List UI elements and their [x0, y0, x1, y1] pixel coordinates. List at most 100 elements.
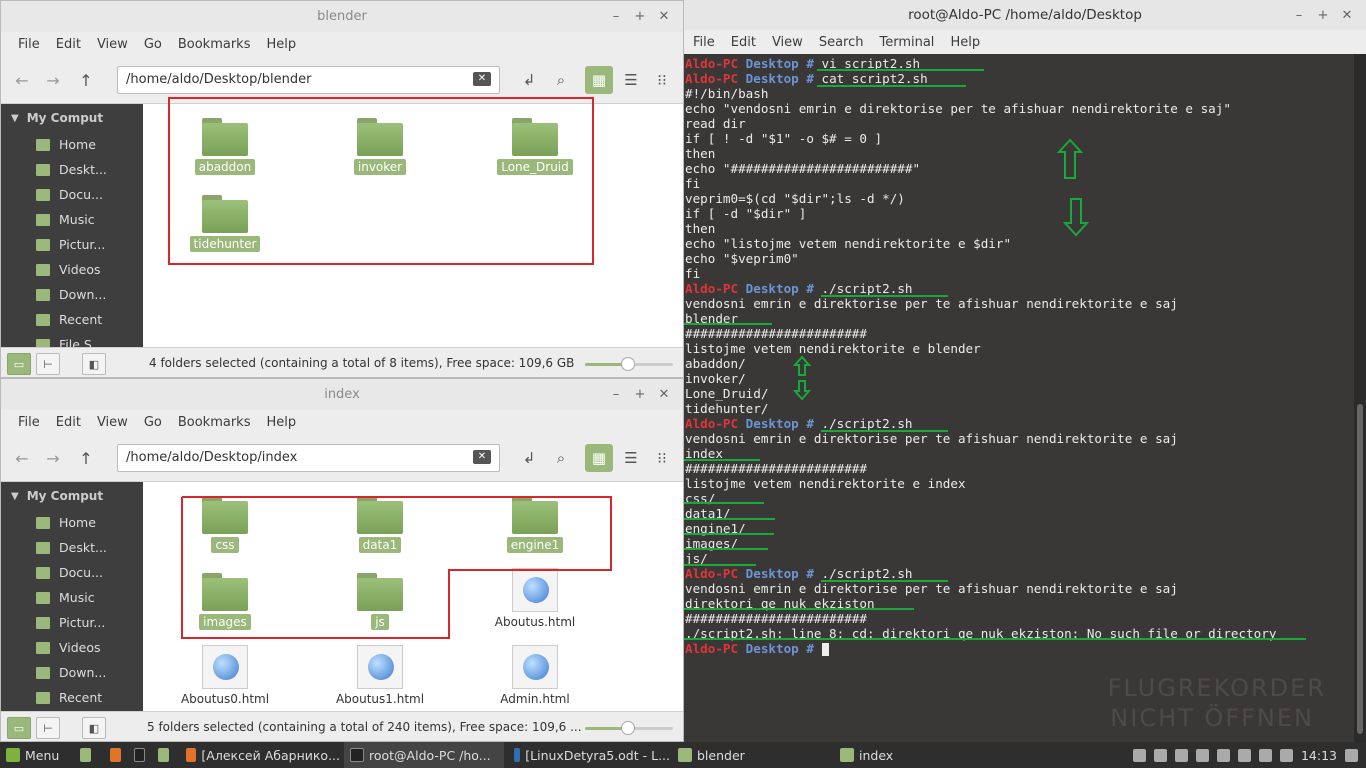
taskbar-item-libreoffice[interactable]: [LinuxDetyra5.odt - L... — [508, 742, 670, 768]
taskbar-item-terminal[interactable]: root@Aldo-PC /ho... — [344, 742, 504, 768]
menu-file[interactable]: File — [10, 415, 48, 430]
menu-search[interactable]: Search — [811, 35, 872, 50]
volume-icon[interactable] — [1216, 748, 1230, 762]
sidebar-toggle-icon[interactable]: ◧ — [82, 353, 106, 375]
wifi-icon[interactable] — [1174, 748, 1188, 762]
taskbar-item-blender[interactable]: blender — [672, 742, 832, 768]
up-icon[interactable]: ↑ — [71, 65, 101, 95]
menu-go[interactable]: Go — [136, 37, 170, 52]
clear-path-icon[interactable]: ✕ — [473, 72, 491, 86]
title-bar[interactable]: index – + ✕ — [1, 379, 683, 410]
minimize-icon[interactable]: – — [607, 385, 625, 403]
sidebar-item-recent[interactable]: Recent — [1, 685, 143, 710]
folder-item[interactable]: data1 — [325, 496, 435, 553]
back-icon[interactable]: ← — [7, 443, 37, 473]
file-item[interactable]: Aboutus0.html — [170, 645, 280, 706]
folder-item[interactable]: images — [170, 573, 280, 630]
tree-toggle-icon[interactable]: ⊢ — [36, 717, 60, 739]
sidebar-item-videos[interactable]: Videos — [1, 257, 143, 282]
files-launcher[interactable] — [152, 742, 174, 768]
maximize-icon[interactable]: + — [631, 7, 649, 25]
sidebar-item-recent[interactable]: Recent — [1, 307, 143, 332]
search-icon[interactable]: ⌕ — [547, 66, 575, 94]
terminal-output[interactable]: Aldo-PC Desktop # vi script2.sh Aldo-PC D… — [684, 54, 1354, 742]
sidebar-item-downloads[interactable]: Down... — [1, 282, 143, 307]
zoom-slider[interactable] — [585, 357, 673, 371]
close-icon[interactable]: ✕ — [655, 7, 673, 25]
menu-file[interactable]: File — [10, 37, 48, 52]
sidebar-section-my-computer[interactable]: ▼ My Comput — [1, 482, 143, 510]
title-bar[interactable]: root@Aldo-PC /home/aldo/Desktop – + ✕ — [684, 0, 1366, 30]
sidebar-item-home[interactable]: Home — [1, 132, 143, 157]
menu-help[interactable]: Help — [942, 35, 988, 50]
skype-icon[interactable] — [1153, 748, 1167, 762]
up-icon[interactable]: ↑ — [71, 443, 101, 473]
file-item[interactable]: Admin.html — [480, 645, 590, 706]
menu-edit[interactable]: Edit — [48, 37, 89, 52]
maximize-icon[interactable]: + — [1314, 6, 1332, 24]
location-input[interactable]: /home/aldo/Desktop/index ✕ — [117, 444, 500, 472]
scrollbar-thumb[interactable] — [1357, 404, 1363, 734]
sidebar-item-downloads[interactable]: Down... — [1, 660, 143, 685]
menu-view[interactable]: View — [89, 415, 136, 430]
bluetooth-icon[interactable] — [1258, 748, 1272, 762]
close-icon[interactable]: ✕ — [1338, 6, 1356, 24]
search-icon[interactable]: ⌕ — [547, 444, 575, 472]
menu-edit[interactable]: Edit — [723, 35, 764, 50]
sidebar-item-pictures[interactable]: Pictur... — [1, 232, 143, 257]
start-menu-button[interactable]: Menu — [0, 742, 68, 768]
location-input[interactable]: /home/aldo/Desktop/blender ✕ — [117, 66, 500, 94]
sidebar-toggle-icon[interactable]: ◧ — [82, 717, 106, 739]
taskbar-item-index[interactable]: index — [834, 742, 994, 768]
battery-icon[interactable] — [1279, 748, 1293, 762]
sidebar-item-documents[interactable]: Docu... — [1, 182, 143, 207]
menu-help[interactable]: Help — [258, 415, 304, 430]
sidebar-item-filesystem[interactable]: File S — [1, 332, 143, 347]
menu-file[interactable]: File — [685, 35, 723, 50]
sidebar-section-my-computer[interactable]: ▼ My Comput — [1, 104, 143, 132]
sidebar-item-music[interactable]: Music — [1, 585, 143, 610]
sidebar-item-videos[interactable]: Videos — [1, 635, 143, 660]
menu-view[interactable]: View — [89, 37, 136, 52]
menu-terminal[interactable]: Terminal — [871, 35, 942, 50]
folder-item[interactable]: css — [170, 496, 280, 553]
file-item[interactable]: Aboutus.html — [480, 568, 590, 629]
close-icon[interactable]: ✕ — [655, 385, 673, 403]
zoom-slider-knob[interactable] — [621, 357, 635, 371]
zoom-slider[interactable] — [585, 721, 673, 735]
terminal-launcher[interactable] — [128, 742, 150, 768]
folder-item[interactable]: engine1 — [480, 496, 590, 553]
compact-view-icon[interactable]: ⁝⁝ — [648, 66, 676, 94]
clear-path-icon[interactable]: ✕ — [473, 450, 491, 464]
compact-view-icon[interactable]: ⁝⁝ — [648, 444, 676, 472]
firefox-launcher[interactable] — [104, 742, 126, 768]
file-item[interactable]: Aboutus1.html — [325, 645, 435, 706]
title-bar[interactable]: blender – + ✕ — [1, 1, 683, 32]
forward-icon[interactable]: → — [38, 65, 68, 95]
menu-view[interactable]: View — [764, 35, 811, 50]
clock[interactable]: 14:13 — [1301, 748, 1337, 763]
menu-go[interactable]: Go — [136, 415, 170, 430]
maximize-icon[interactable]: + — [631, 385, 649, 403]
toggle-location-icon[interactable]: ↲ — [515, 444, 543, 472]
sidebar-item-desktop[interactable]: Deskt... — [1, 157, 143, 182]
folder-item[interactable]: js — [325, 573, 435, 630]
minimize-icon[interactable]: – — [1290, 6, 1308, 24]
sidebar-item-desktop[interactable]: Deskt... — [1, 535, 143, 560]
shield-icon[interactable] — [1237, 748, 1251, 762]
user-icon[interactable] — [1132, 748, 1146, 762]
taskbar-item-firefox[interactable]: [Алексей Абарнико... — [180, 742, 340, 768]
icon-view-icon[interactable]: ▦ — [585, 66, 613, 94]
list-view-icon[interactable]: ☰ — [617, 444, 645, 472]
forward-icon[interactable]: → — [38, 443, 68, 473]
menu-bookmarks[interactable]: Bookmarks — [170, 415, 259, 430]
toggle-location-icon[interactable]: ↲ — [515, 66, 543, 94]
show-desktop-button[interactable] — [74, 742, 96, 768]
notification-icon[interactable] — [1345, 748, 1358, 762]
menu-bookmarks[interactable]: Bookmarks — [170, 37, 259, 52]
zoom-slider-knob[interactable] — [621, 721, 635, 735]
sidebar-item-documents[interactable]: Docu... — [1, 560, 143, 585]
tree-toggle-icon[interactable]: ⊢ — [36, 353, 60, 375]
terminal-scrollbar[interactable] — [1354, 54, 1366, 742]
places-toggle-icon[interactable]: ▭ — [7, 717, 31, 739]
